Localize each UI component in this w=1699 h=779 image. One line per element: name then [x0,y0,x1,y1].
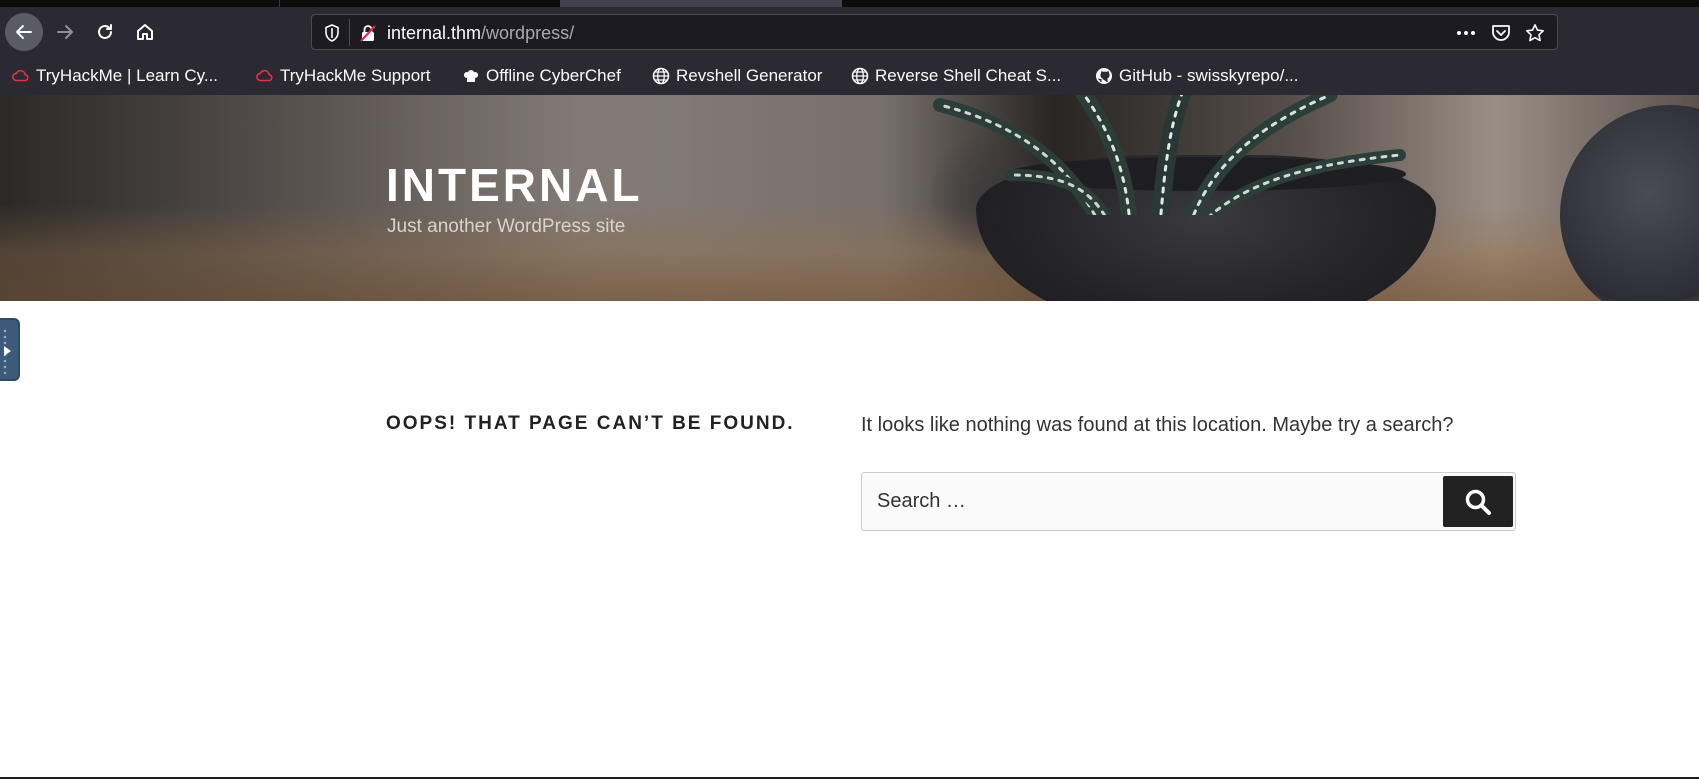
address-bar[interactable]: internal.thm/wordpress/ [311,14,1558,50]
bookmark-revshell-generator[interactable]: Revshell Generator [652,64,822,88]
back-button[interactable] [5,13,43,51]
url-host: internal.thm [387,23,482,43]
tab-strip [0,0,1699,7]
page-title: Oops! That page can’t be found. [386,413,795,434]
insecure-lock-icon[interactable] [356,21,380,45]
pocket-icon[interactable] [1489,21,1513,45]
bookmarks-toolbar: TryHackMe | Learn Cy... TryHackMe Suppor… [0,57,1699,95]
header-shade [0,95,1699,301]
bookmark-github-swisskyrepo[interactable]: GitHub - swisskyrepo/... [1095,64,1299,88]
bookmark-tryhackme-support[interactable]: TryHackMe Support [256,64,431,88]
bookmark-label: TryHackMe Support [280,66,431,85]
bookmark-label: TryHackMe | Learn Cy... [36,66,219,85]
bookmark-tryhackme-learn[interactable]: TryHackMe | Learn Cy... [12,64,218,88]
url-text[interactable]: internal.thm/wordpress/ [387,23,574,44]
bookmark-star-icon[interactable] [1523,21,1547,45]
globe-icon [652,67,670,85]
page-actions-icon[interactable] [1454,21,1478,45]
reload-button[interactable] [86,13,124,51]
arrow-right-icon [57,25,73,39]
expand-arrow-icon [4,346,11,356]
site-description: Just another WordPress site [387,216,626,237]
site-title[interactable]: Internal [386,158,643,212]
search-form [861,472,1516,531]
github-icon [1095,67,1113,85]
navigation-toolbar: internal.thm/wordpress/ [0,7,1699,57]
urlbar-separator [349,19,350,46]
not-found-message: It looks like nothing was found at this … [861,414,1454,436]
home-icon [137,24,153,40]
tab-active[interactable] [560,0,842,7]
forward-button[interactable] [46,13,84,51]
url-path: /wordpress/ [481,23,575,43]
tab-separator [279,0,280,7]
bookmark-label: GitHub - swisskyrepo/... [1119,66,1299,85]
site-header: Internal Just another WordPress site [0,95,1699,301]
home-button[interactable] [126,13,164,51]
chef-hat-icon [462,67,480,85]
reload-icon [98,24,112,39]
bookmark-label: Offline CyberChef [486,66,621,85]
globe-icon [851,67,869,85]
bookmark-label: Revshell Generator [676,66,823,85]
tracking-protection-icon[interactable] [320,21,344,45]
bookmark-label: Reverse Shell Cheat S... [875,66,1062,85]
search-icon [1465,489,1491,515]
tryhackme-cloud-icon [12,67,30,85]
search-input[interactable] [861,472,1516,531]
search-button[interactable] [1443,476,1513,527]
sidebar-toggle-tab[interactable] [0,318,20,381]
bookmark-reverse-shell-cheat-sheet[interactable]: Reverse Shell Cheat S... [851,64,1061,88]
web-page: Internal Just another WordPress site Oop… [0,95,1699,777]
arrow-left-icon [16,25,32,39]
tryhackme-cloud-icon [256,67,274,85]
bookmark-offline-cyberchef[interactable]: Offline CyberChef [462,64,621,88]
